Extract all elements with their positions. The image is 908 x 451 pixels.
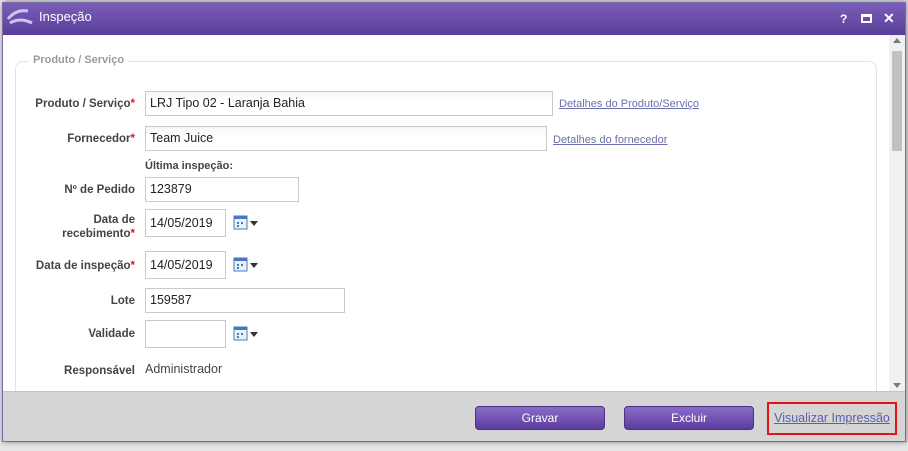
validade-date-input[interactable] [145,320,226,348]
dialog-footer: Gravar Excluir Visualizar Impressão [3,391,905,441]
produto-label: Produto / Serviço* [35,98,135,110]
calendar-icon[interactable] [233,257,259,273]
fornecedor-details-link[interactable]: Detalhes do fornecedor [553,134,667,146]
inspecao-date-input[interactable]: 14/05/2019 [145,251,226,279]
calendar-icon[interactable] [233,326,259,342]
inspecao-label: Data de inspeção* [35,260,135,272]
lote-input[interactable]: 159587 [145,288,345,313]
fornecedor-input[interactable]: Team Juice [145,126,547,151]
maximize-button[interactable] [861,14,872,23]
fornecedor-label: Fornecedor* [67,133,135,145]
app-logo-icon [6,9,33,25]
pedido-input[interactable]: 123879 [145,177,299,202]
validade-label: Validade [88,328,135,340]
produto-input[interactable]: LRJ Tipo 02 - Laranja Bahia [145,91,553,116]
produto-details-link[interactable]: Detalhes do Produto/Serviço [559,98,699,110]
recebimento-date-input[interactable]: 14/05/2019 [145,209,226,237]
dialog-titlebar[interactable]: Inspeção ? ✕ [3,3,905,35]
dialog-content: Produto / Serviço Produto / Serviço* LRJ… [3,35,889,391]
scroll-down-icon[interactable] [893,383,901,388]
close-button[interactable]: ✕ [883,11,895,25]
responsavel-value: Administrador [145,362,223,376]
pedido-label: Nº de Pedido [64,184,135,196]
delete-button[interactable]: Excluir [624,406,754,430]
calendar-icon[interactable] [233,215,259,231]
save-button[interactable]: Gravar [475,406,605,430]
print-preview-link[interactable]: Visualizar Impressão [767,402,897,435]
help-button[interactable]: ? [840,12,847,26]
scroll-up-icon[interactable] [893,38,901,43]
background-bottom [0,443,908,451]
fieldset-legend: Produto / Serviço [29,54,129,66]
inspection-dialog: Inspeção ? ✕ Produto / Serviço Produto /… [2,2,906,442]
scrollbar-thumb[interactable] [892,51,902,151]
ultima-inspecao-label: Última inspeção: [145,160,234,172]
vertical-scrollbar[interactable] [889,35,905,391]
responsavel-label: Responsável [64,365,135,377]
lote-label: Lote [110,295,135,307]
recebimento-label: Data de recebimento* [62,214,135,240]
dialog-title: Inspeção [39,9,92,24]
